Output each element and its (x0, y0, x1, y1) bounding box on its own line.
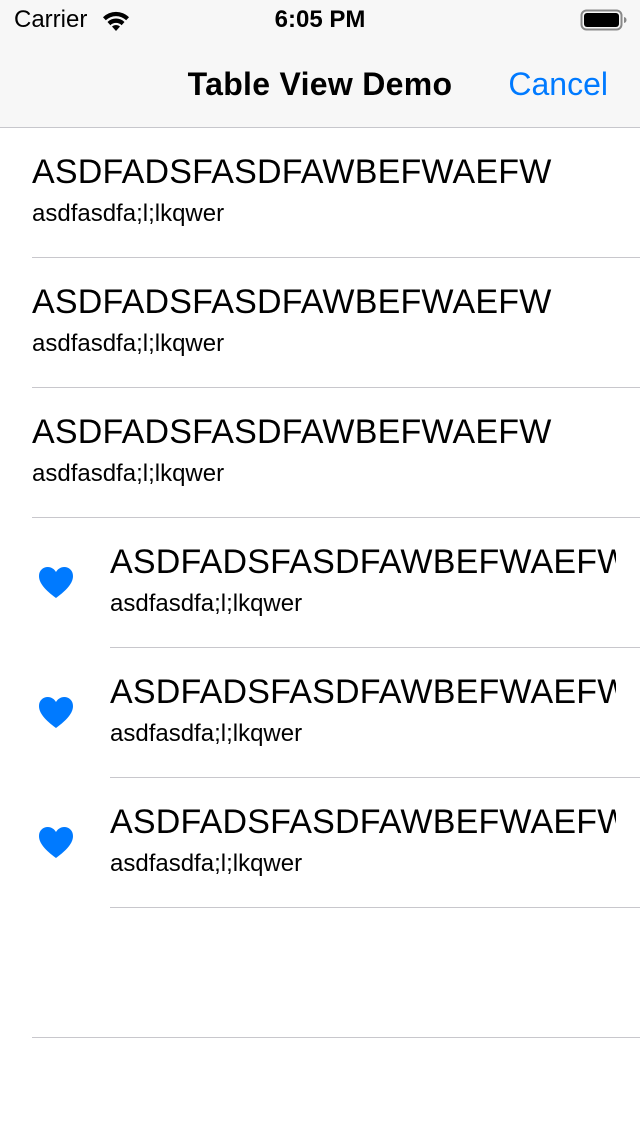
status-bar: Carrier 6:05 PM (0, 0, 640, 40)
table-row[interactable]: ASDFADSFASDFAWBEFWAEFW asdfasdfa;l;lkqwe… (0, 778, 640, 908)
wifi-icon (100, 9, 132, 33)
heart-icon (38, 566, 74, 600)
empty-row (0, 908, 640, 1038)
cell-subtitle: asdfasdfa;l;lkqwer (110, 720, 303, 747)
cell-text: ASDFADSFASDFAWBEFWAEFW asdfasdfa;l;lkqwe… (110, 802, 616, 878)
table-row[interactable]: ASDFADSFASDFAWBEFWAEFW asdfasdfa;l;lkqwe… (0, 388, 640, 518)
cell-subtitle: asdfasdfa;l;lkqwer (32, 460, 225, 487)
navigation-bar: Table View Demo Cancel (0, 40, 640, 128)
app-screen: Carrier 6:05 PM Table View Demo Cancel A… (0, 0, 640, 1136)
table-row[interactable]: ASDFADSFASDFAWBEFWAEFW asdfasdfa;l;lkqwe… (0, 518, 640, 648)
row-separator (32, 1037, 640, 1038)
cell-subtitle: asdfasdfa;l;lkqwer (32, 200, 225, 227)
cell-text: ASDFADSFASDFAWBEFWAEFW asdfasdfa;l;lkqwe… (32, 412, 616, 488)
cell-title: ASDFADSFASDFAWBEFWAEFW (110, 803, 616, 841)
cell-title: ASDFADSFASDFAWBEFWAEFW (32, 283, 552, 321)
cell-title: ASDFADSFASDFAWBEFWAEFW (110, 673, 616, 711)
cell-text: ASDFADSFASDFAWBEFWAEFW asdfasdfa;l;lkqwe… (110, 542, 616, 618)
table-row[interactable]: ASDFADSFASDFAWBEFWAEFW asdfasdfa;l;lkqwe… (0, 648, 640, 778)
cell-text: ASDFADSFASDFAWBEFWAEFW asdfasdfa;l;lkqwe… (32, 282, 616, 358)
top-bar: Carrier 6:05 PM Table View Demo Cancel (0, 0, 640, 128)
battery-icon (580, 8, 628, 32)
heart-icon (38, 826, 74, 860)
cell-subtitle: asdfasdfa;l;lkqwer (32, 330, 225, 357)
cell-text: ASDFADSFASDFAWBEFWAEFW asdfasdfa;l;lkqwe… (110, 672, 616, 748)
carrier-label: Carrier (14, 6, 88, 33)
table-row[interactable]: ASDFADSFASDFAWBEFWAEFW asdfasdfa;l;lkqwe… (0, 128, 640, 258)
heart-icon (38, 696, 74, 730)
status-time: 6:05 PM (274, 6, 366, 33)
cell-subtitle: asdfasdfa;l;lkqwer (110, 590, 303, 617)
page-title: Table View Demo (187, 66, 453, 102)
table-view[interactable]: ASDFADSFASDFAWBEFWAEFW asdfasdfa;l;lkqwe… (0, 128, 640, 1038)
cell-subtitle: asdfasdfa;l;lkqwer (110, 850, 303, 877)
table-row[interactable]: ASDFADSFASDFAWBEFWAEFW asdfasdfa;l;lkqwe… (0, 258, 640, 388)
cancel-button[interactable]: Cancel (508, 64, 608, 104)
cell-title: ASDFADSFASDFAWBEFWAEFW (110, 543, 616, 581)
cell-text: ASDFADSFASDFAWBEFWAEFW asdfasdfa;l;lkqwe… (32, 152, 616, 228)
cell-title: ASDFADSFASDFAWBEFWAEFW (32, 153, 552, 191)
cell-title: ASDFADSFASDFAWBEFWAEFW (32, 413, 552, 451)
